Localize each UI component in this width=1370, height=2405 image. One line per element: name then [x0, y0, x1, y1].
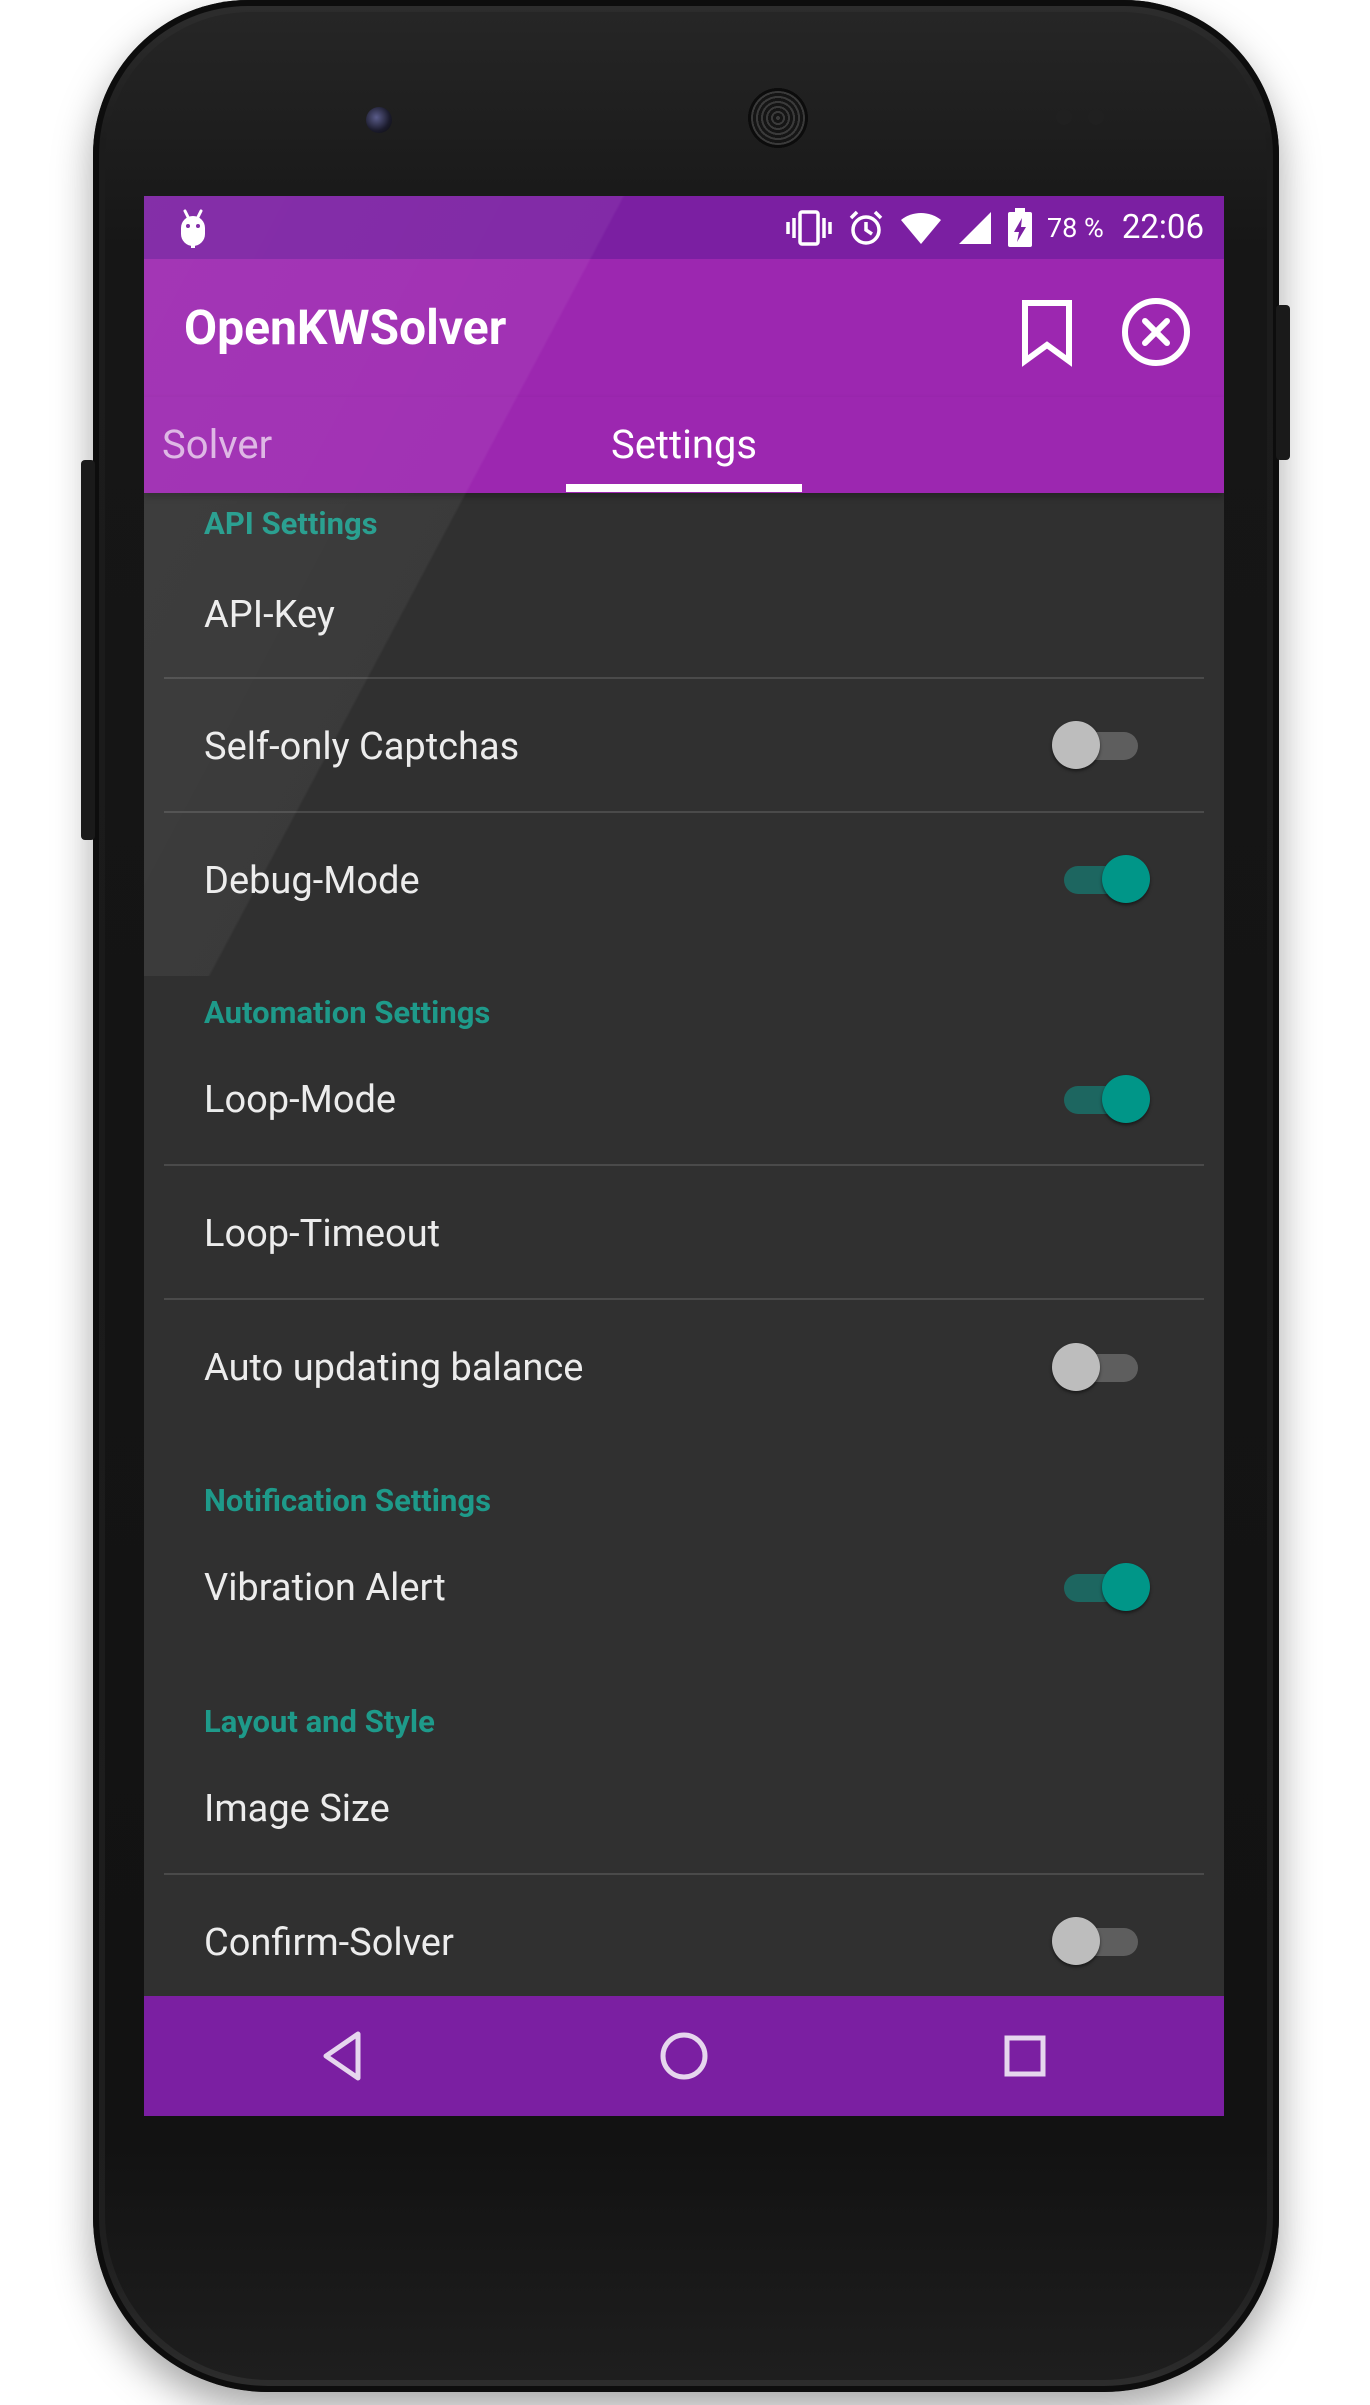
pref-auto-updating-balance-label: Auto updating balance [204, 1346, 584, 1390]
pref-image-size[interactable]: Image Size [144, 1747, 1224, 1873]
pref-api-key[interactable]: API-Key [144, 553, 1224, 677]
earpiece-speaker [748, 88, 808, 148]
debug-mode-switch[interactable] [1052, 847, 1152, 907]
app-bar: OpenKWSolver [144, 259, 1224, 397]
power-button [1276, 305, 1290, 460]
pref-loop-timeout-label: Loop-Timeout [204, 1212, 441, 1256]
vibration-alert-switch[interactable] [1052, 1555, 1152, 1615]
pref-vibration-alert-label: Vibration Alert [204, 1566, 446, 1610]
screen: 78 % 22:06 OpenKWSolver Solver Settings … [144, 196, 1224, 2116]
bookmark-icon[interactable] [1012, 297, 1082, 367]
pref-loop-mode-label: Loop-Mode [204, 1078, 397, 1122]
home-icon[interactable] [654, 2026, 714, 2086]
recents-icon[interactable] [995, 2026, 1055, 2086]
pref-loop-timeout[interactable]: Loop-Timeout [144, 1166, 1224, 1298]
light-sensor [1088, 109, 1104, 125]
pref-debug-mode-label: Debug-Mode [204, 859, 420, 903]
back-icon[interactable] [314, 2026, 374, 2086]
battery-charging-icon [1007, 207, 1032, 247]
switch-thumb [1102, 1563, 1150, 1611]
section-header-api: API Settings [204, 505, 378, 542]
pref-api-key-label: API-Key [204, 593, 335, 637]
switch-thumb [1052, 1343, 1100, 1391]
pref-confirm-solver-label: Confirm-Solver [204, 1921, 454, 1965]
section-header-layout: Layout and Style [204, 1703, 435, 1740]
tab-solver[interactable]: Solver [162, 397, 272, 493]
app-title: OpenKWSolver [184, 299, 507, 356]
switch-thumb [1052, 721, 1100, 769]
loop-mode-switch[interactable] [1052, 1067, 1152, 1127]
status-icons: 78 % 22:06 [785, 196, 1204, 259]
confirm-solver-switch[interactable] [1052, 1909, 1152, 1969]
status-bar: 78 % 22:06 [144, 196, 1224, 259]
wifi-icon [900, 212, 941, 244]
pref-image-size-label: Image Size [204, 1787, 390, 1831]
tab-indicator [566, 484, 802, 492]
auto-updating-balance-switch[interactable] [1052, 1335, 1152, 1395]
switch-thumb [1102, 1075, 1150, 1123]
front-camera [366, 107, 392, 133]
switch-thumb [1052, 1917, 1100, 1965]
section-header-notification: Notification Settings [204, 1482, 492, 1519]
signal-icon [958, 211, 991, 244]
tab-settings[interactable]: Settings [566, 397, 802, 493]
status-clock: 22:06 [1121, 208, 1204, 247]
tab-bar: Solver Settings [144, 397, 1224, 493]
navigation-bar [144, 1996, 1224, 2116]
volume-button [81, 460, 95, 840]
alarm-icon [849, 210, 883, 245]
pref-self-only-captchas-label: Self-only Captchas [204, 725, 520, 769]
self-only-captchas-switch[interactable] [1052, 713, 1152, 773]
switch-thumb [1102, 855, 1150, 903]
proximity-sensor [1056, 109, 1072, 125]
android-debug-icon [181, 209, 205, 248]
close-circle-icon[interactable] [1120, 296, 1192, 368]
section-header-automation: Automation Settings [204, 994, 491, 1031]
battery-percentage: 78 % [1046, 211, 1104, 244]
vibrate-icon [786, 209, 832, 246]
